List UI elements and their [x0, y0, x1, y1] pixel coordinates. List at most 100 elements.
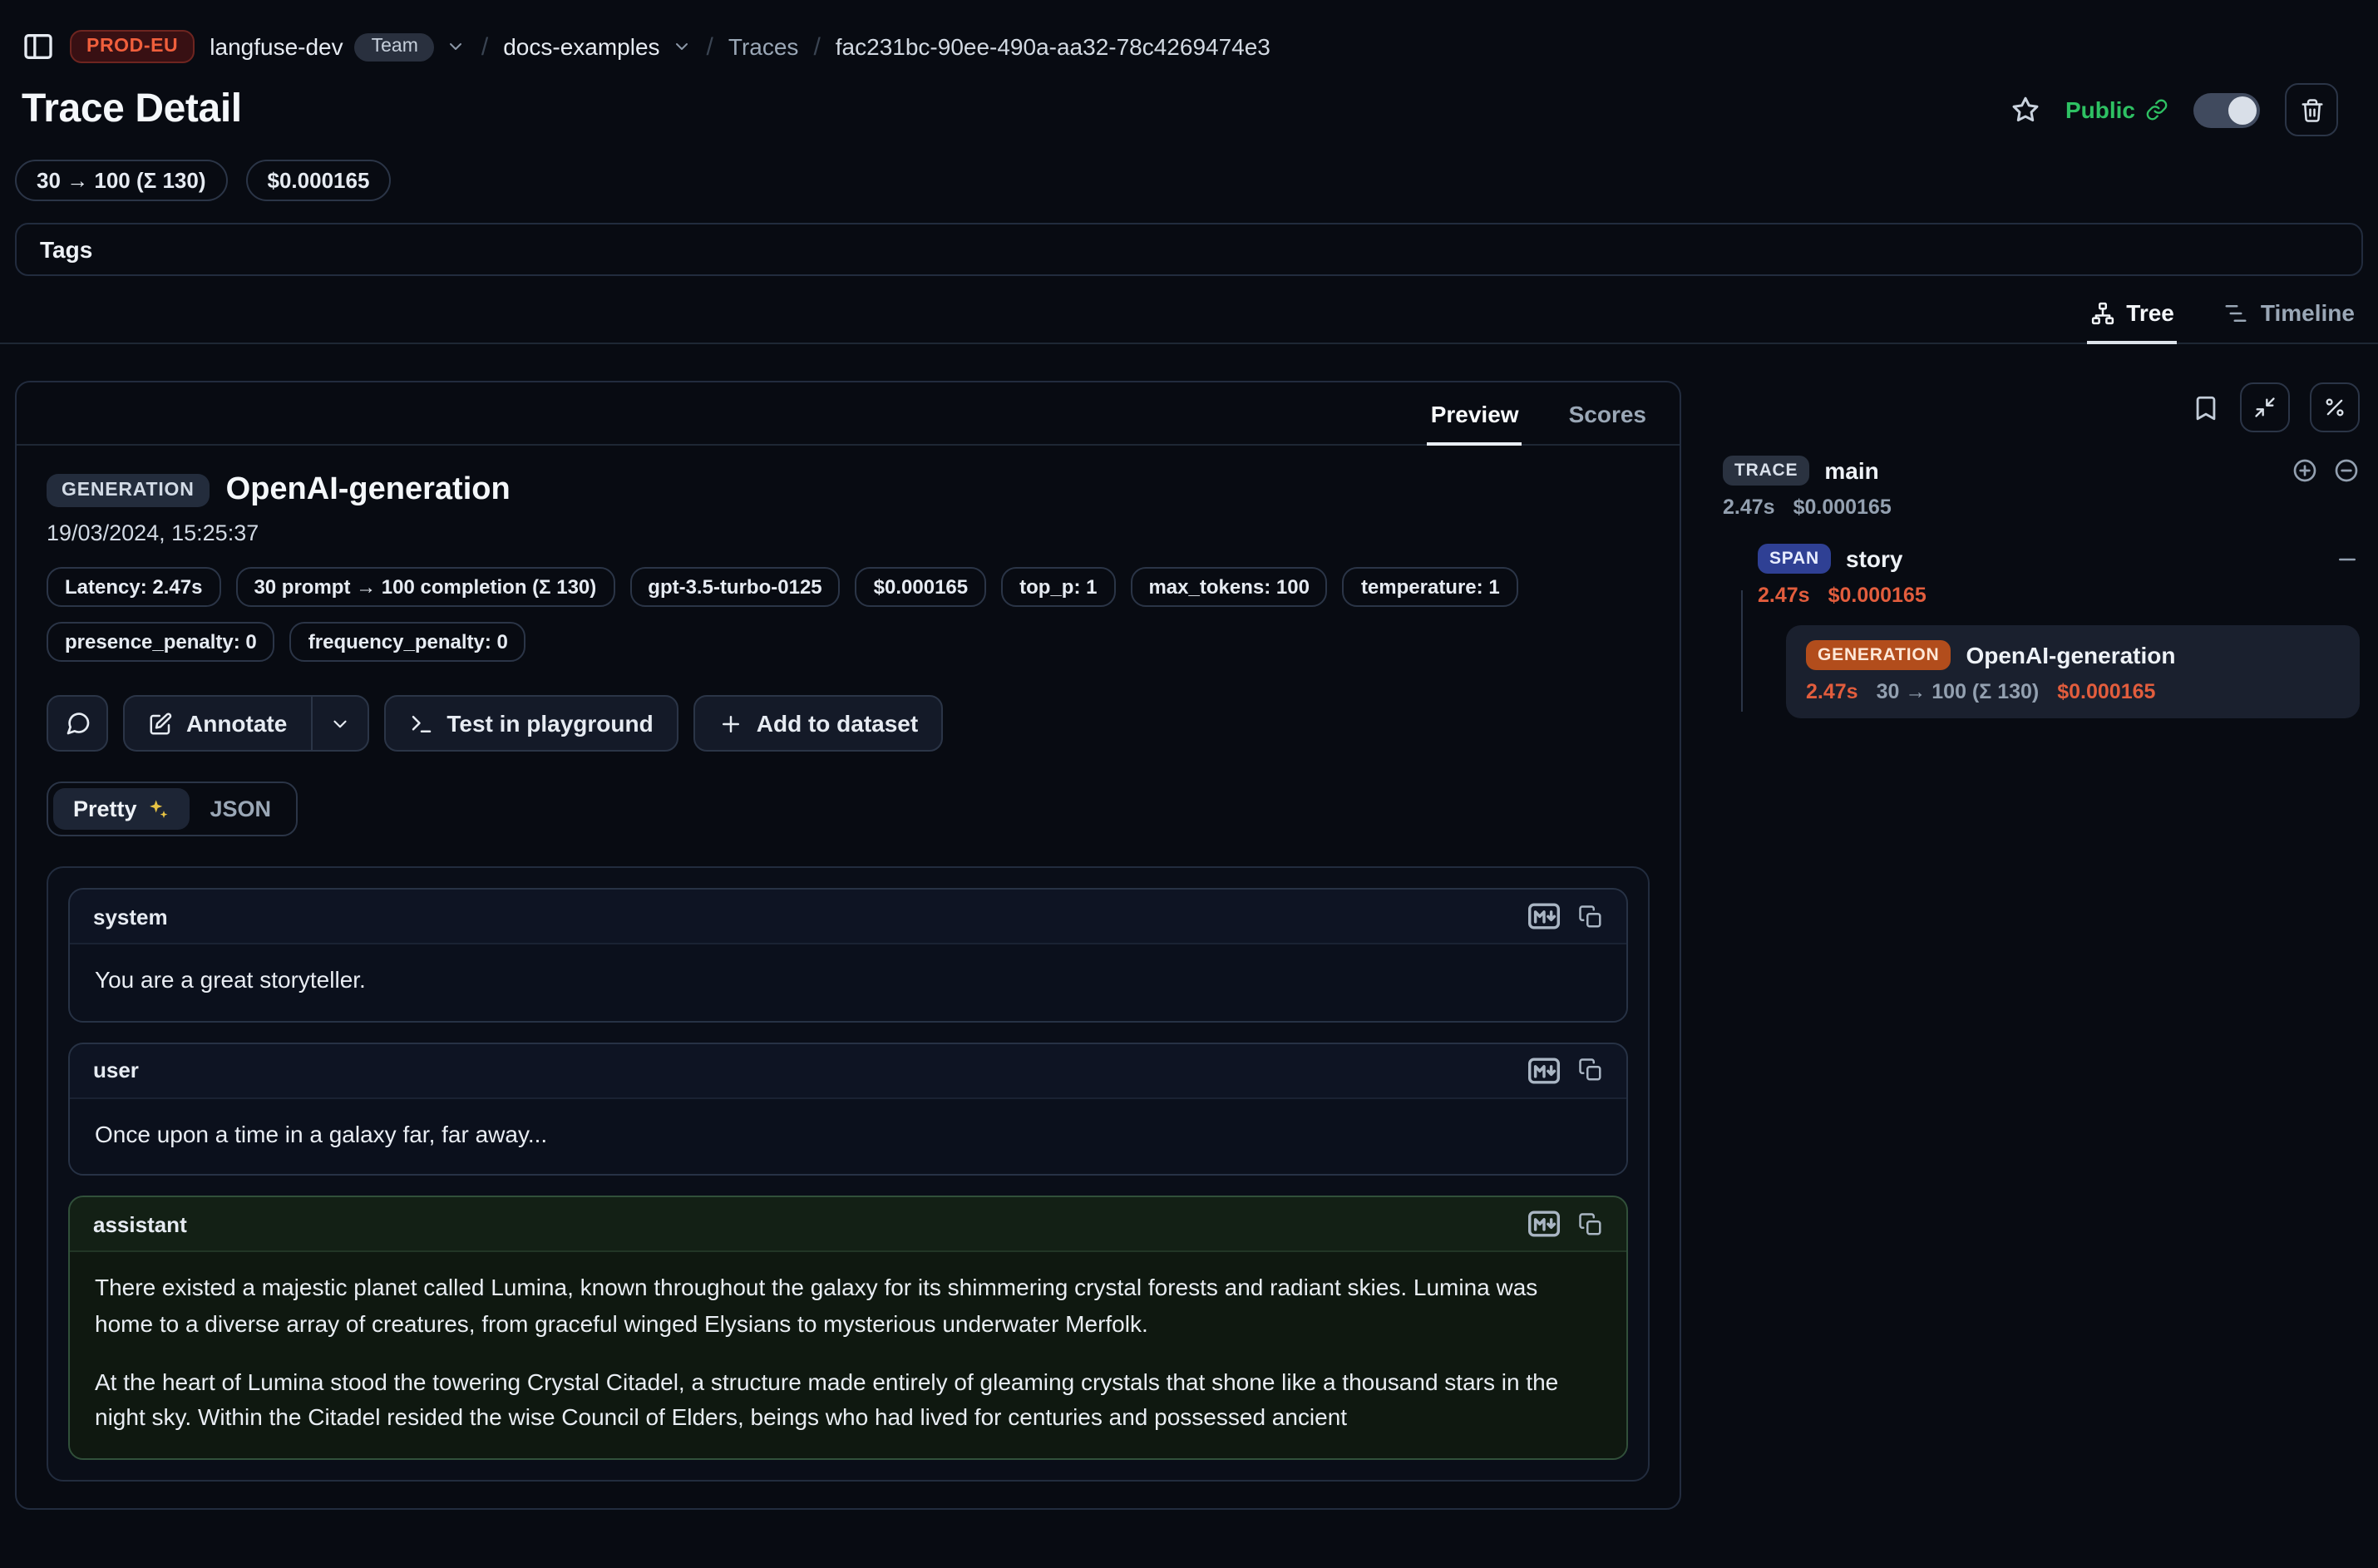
generation-tokens: 30 → 100 (Σ 130) — [1877, 680, 2040, 703]
org-type-badge: Team — [355, 32, 435, 61]
copy-icon[interactable] — [1578, 1212, 1603, 1237]
span-name: story — [1846, 545, 1902, 572]
annotate-button[interactable]: Annotate — [123, 695, 310, 752]
comment-button[interactable] — [47, 695, 108, 752]
sidebar-toggle-button[interactable] — [22, 30, 55, 63]
visibility-label: Public — [2065, 96, 2135, 123]
content: Preview Scores GENERATION OpenAI-generat… — [0, 344, 2378, 1510]
breadcrumb: PROD-EU langfuse-dev Team / docs-example… — [22, 25, 2338, 68]
public-toggle[interactable] — [2193, 92, 2260, 127]
copy-icon[interactable] — [1578, 904, 1603, 929]
trace-cost: $0.000165 — [1793, 496, 1892, 519]
token-usage-badge: 30 → 100 (Σ 130) — [15, 160, 228, 201]
minus-icon — [2335, 546, 2360, 571]
message-content: You are a great storyteller. — [70, 943, 1626, 1020]
pretty-label: Pretty — [73, 796, 137, 821]
message-system: system You are a great storyteller. — [68, 888, 1628, 1022]
bookmark-button[interactable] — [2192, 393, 2220, 422]
tab-scores[interactable]: Scores — [1566, 382, 1650, 446]
trash-icon — [2299, 97, 2324, 122]
chevron-down-icon — [446, 37, 466, 57]
collapse-span-button[interactable] — [2335, 546, 2360, 571]
message-paragraph: There existed a majestic planet called L… — [95, 1271, 1601, 1344]
breadcrumb-separator: / — [707, 32, 713, 61]
messages-container: system You are a great storyteller. — [47, 866, 1650, 1482]
breadcrumb-org[interactable]: langfuse-dev Team — [210, 32, 466, 61]
top-p-badge: top_p: 1 — [1001, 567, 1115, 607]
span-metrics: 2.47s $0.000165 — [1758, 584, 2360, 607]
markdown-toggle-icon[interactable] — [1528, 903, 1560, 929]
view-tabs: Tree Timeline — [0, 293, 2378, 344]
copy-icon[interactable] — [1578, 1058, 1603, 1082]
tags-section[interactable]: Tags — [15, 223, 2363, 276]
span-controls — [2335, 546, 2360, 571]
max-tokens-badge: max_tokens: 100 — [1130, 567, 1327, 607]
collapse-view-button[interactable] — [2240, 382, 2290, 432]
format-json-button[interactable]: JSON — [190, 788, 292, 830]
chevron-down-icon — [328, 713, 350, 734]
plus-icon — [718, 711, 743, 736]
metrics-toggle-button[interactable] — [2310, 382, 2360, 432]
observation-panel: Preview Scores GENERATION OpenAI-generat… — [15, 381, 1681, 1510]
message-content: There existed a majestic planet called L… — [70, 1251, 1626, 1459]
breadcrumb-project[interactable]: docs-examples — [503, 33, 691, 60]
tree-node-span[interactable]: SPAN story — [1758, 544, 2360, 574]
add-to-dataset-button[interactable]: Add to dataset — [693, 695, 943, 752]
tree-controls — [2292, 457, 2360, 484]
message-role: user — [93, 1058, 139, 1082]
collapse-all-button[interactable] — [2333, 457, 2360, 484]
tab-tree[interactable]: Tree — [2086, 293, 2178, 344]
markdown-toggle-icon[interactable] — [1528, 1057, 1560, 1083]
cost-badge: $0.000165 — [856, 567, 986, 607]
format-toggle: Pretty JSON — [47, 782, 298, 836]
tree-node-trace[interactable]: TRACE main 2.47s $0.000165 — [1723, 456, 2360, 519]
annotate-label: Annotate — [186, 710, 287, 737]
message-actions — [1528, 1211, 1603, 1238]
trace-tree-panel: TRACE main 2.47s $0.000165 — [1723, 381, 2360, 718]
trace-summary-row: 30 → 100 (Σ 130) $0.000165 — [0, 136, 2378, 201]
annotate-dropdown-button[interactable] — [310, 695, 368, 752]
tab-timeline[interactable]: Timeline — [2221, 293, 2358, 344]
trace-detail-page: PROD-EU langfuse-dev Team / docs-example… — [0, 0, 2378, 1568]
expand-all-button[interactable] — [2292, 457, 2318, 484]
message-paragraph: At the heart of Lumina stood the towerin… — [95, 1365, 1601, 1437]
tree-span-group: SPAN story 2.47s $0.000165 GENERATION — [1758, 544, 2360, 718]
title-actions: Public — [2010, 83, 2338, 136]
breadcrumb-traces-link[interactable]: Traces — [728, 33, 799, 60]
generation-node-row: GENERATION OpenAI-generation — [1806, 640, 2340, 670]
bookmark-icon — [2192, 393, 2220, 422]
generation-cost: $0.000165 — [2057, 680, 2155, 703]
delete-trace-button[interactable] — [2285, 83, 2338, 136]
message-assistant: assistant There existed a majestic plane… — [68, 1196, 1628, 1461]
span-type-badge: SPAN — [1758, 544, 1831, 574]
tree-node-generation[interactable]: GENERATION OpenAI-generation 2.47s 30 → … — [1786, 625, 2360, 718]
message-paragraph: Once upon a time in a galaxy far, far aw… — [95, 1117, 1601, 1152]
trace-type-badge: TRACE — [1723, 456, 1809, 486]
format-pretty-button[interactable]: Pretty — [53, 788, 190, 830]
toggle-knob — [2228, 96, 2257, 124]
observation-timestamp: 19/03/2024, 15:25:37 — [47, 520, 1650, 545]
model-badge[interactable]: gpt-3.5-turbo-0125 — [629, 567, 840, 607]
annotate-pencil-icon — [148, 711, 173, 736]
token-badge: 30 prompt → 100 completion (Σ 130) — [235, 567, 614, 607]
timeline-icon — [2224, 300, 2249, 325]
environment-badge: PROD-EU — [70, 30, 195, 63]
playground-label: Test in playground — [446, 710, 653, 737]
bookmark-star-button[interactable] — [2010, 95, 2040, 125]
actions-row: Annotate Test in playground Add to datas… — [47, 695, 1650, 752]
tab-preview[interactable]: Preview — [1428, 382, 1522, 446]
test-in-playground-button[interactable]: Test in playground — [383, 695, 678, 752]
public-link[interactable]: Public — [2065, 96, 2168, 123]
tree-toolbar — [1723, 381, 2360, 432]
markdown-toggle-icon[interactable] — [1528, 1211, 1560, 1238]
breadcrumb-trace-id: fac231bc-90ee-490a-aa32-78c4269474e3 — [836, 33, 1270, 60]
span-cost: $0.000165 — [1828, 584, 1927, 607]
message-actions — [1528, 1057, 1603, 1083]
breadcrumb-separator: / — [813, 32, 820, 61]
presence-penalty-badge: presence_penalty: 0 — [47, 622, 275, 662]
project-name: docs-examples — [503, 33, 659, 60]
chevron-down-icon — [672, 37, 692, 57]
tab-timeline-label: Timeline — [2261, 299, 2355, 326]
latency-badge: Latency: 2.47s — [47, 567, 220, 607]
message-header: assistant — [70, 1198, 1626, 1251]
